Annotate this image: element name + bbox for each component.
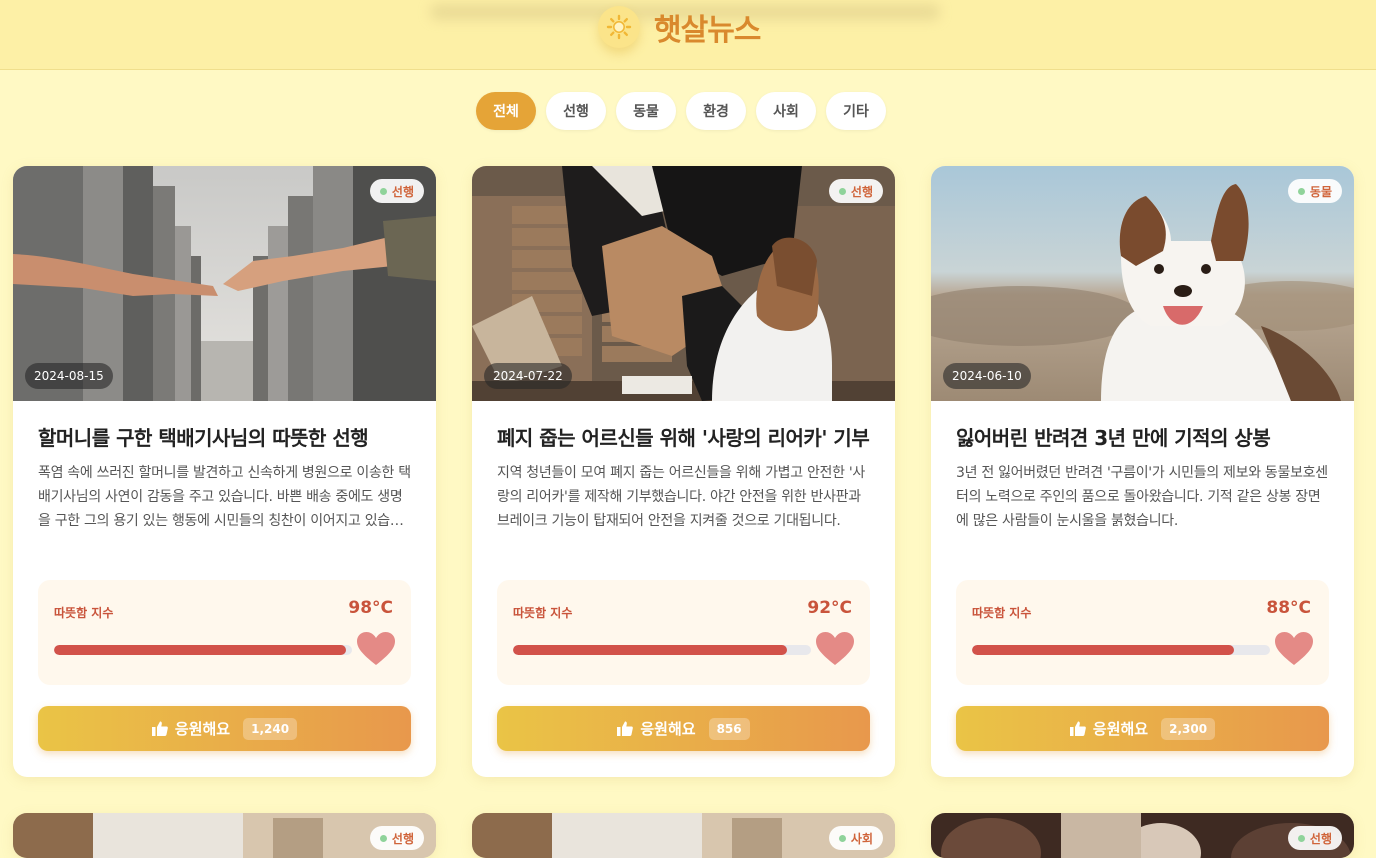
cheer-label: 응원해요 xyxy=(1092,720,1149,738)
badge-dot xyxy=(838,187,846,195)
card-description: 3년 전 잃어버렸던 반려견 '구름이'가 시민들의 제보와 동물보호센터의 노… xyxy=(956,465,1328,529)
warmth-label: 따뜻함 지수 xyxy=(54,606,114,620)
filter-etc[interactable]: 기타 xyxy=(826,92,886,130)
warmth-panel: 따뜻함 지수 98°C xyxy=(38,580,411,685)
logo[interactable]: 햇살뉴스 xyxy=(598,5,761,49)
news-card[interactable]: 선행 xyxy=(13,813,436,858)
warmth-bar xyxy=(54,645,352,655)
warmth-bar xyxy=(972,645,1270,655)
card-date: 2024-08-15 xyxy=(25,363,113,389)
badge-dot xyxy=(1297,834,1305,842)
card-image[interactable]: 동물 2024-06-10 xyxy=(931,166,1354,401)
badge-label: 선행 xyxy=(391,184,414,199)
cheer-label: 응원해요 xyxy=(640,720,696,738)
thumbs-up-icon xyxy=(1069,721,1086,736)
filter-society[interactable]: 사회 xyxy=(756,92,816,130)
cheer-button[interactable]: 응원해요 1,240 xyxy=(38,706,411,751)
badge-dot xyxy=(1297,187,1305,195)
warmth-bar-fill xyxy=(972,645,1235,655)
warmth-bar-fill xyxy=(54,645,347,655)
cheer-label: 응원해요 xyxy=(174,720,231,738)
warmth-label: 따뜻함 지수 xyxy=(513,606,573,620)
category-badge: 동물 xyxy=(1287,179,1342,203)
news-card[interactable]: 선행 2024-07-22 폐지 줍는 어르신들 위해 '사랑의 리어카' 기부… xyxy=(472,166,895,777)
warmth-label: 따뜻함 지수 xyxy=(972,606,1032,620)
category-badge: 선행 xyxy=(828,179,883,203)
filter-animal[interactable]: 동물 xyxy=(616,92,676,130)
card-image[interactable]: 선행 2024-07-22 xyxy=(472,166,895,401)
card-image[interactable]: 선행 xyxy=(13,813,436,858)
badge-dot xyxy=(838,834,846,842)
category-filters: 전체 선행 동물 환경 사회 기타 xyxy=(476,92,886,130)
badge-dot xyxy=(379,187,387,195)
filter-environment[interactable]: 환경 xyxy=(686,92,746,130)
warmth-value: 88°C xyxy=(1266,598,1311,618)
card-description: 지역 청년들이 모여 폐지 줍는 어르신들을 위해 가볍고 안전한 '사랑의 리… xyxy=(497,465,865,529)
news-card[interactable]: 선행 2024-08-15 할머니를 구한 택배기사님의 따뜻한 선행 폭염 속… xyxy=(13,166,436,777)
cheer-count: 1,240 xyxy=(243,717,298,740)
warmth-value: 92°C xyxy=(807,598,852,618)
sun-icon xyxy=(598,6,640,48)
cheer-button[interactable]: 응원해요 856 xyxy=(497,706,870,751)
news-card[interactable]: 동물 2024-06-10 잃어버린 반려견 3년 만에 기적의 상봉 3년 전… xyxy=(931,166,1354,777)
cheer-count: 856 xyxy=(708,717,750,740)
category-badge: 선행 xyxy=(1287,826,1342,850)
card-date: 2024-07-22 xyxy=(484,363,572,389)
card-image[interactable]: 선행 xyxy=(931,813,1354,858)
badge-label: 선행 xyxy=(1309,831,1332,846)
card-title[interactable]: 폐지 줍는 어르신들 위해 '사랑의 리어카' 기부 xyxy=(497,425,870,451)
heart-icon[interactable] xyxy=(1275,632,1313,666)
cheer-count: 2,300 xyxy=(1161,717,1216,740)
filter-good-deed[interactable]: 선행 xyxy=(546,92,606,130)
badge-dot xyxy=(379,834,387,842)
heart-icon[interactable] xyxy=(816,632,854,666)
card-date: 2024-06-10 xyxy=(943,363,1031,389)
category-badge: 선행 xyxy=(369,179,424,203)
badge-label: 사회 xyxy=(850,831,873,846)
thumbs-up-icon xyxy=(151,721,168,736)
news-card[interactable]: 선행 xyxy=(931,813,1354,858)
warmth-bar xyxy=(513,645,811,655)
card-title[interactable]: 할머니를 구한 택배기사님의 따뜻한 선행 xyxy=(38,425,411,451)
warmth-bar-fill xyxy=(513,645,788,655)
filter-all[interactable]: 전체 xyxy=(476,92,536,130)
warmth-panel: 따뜻함 지수 88°C xyxy=(956,580,1329,685)
badge-label: 동물 xyxy=(1309,184,1332,199)
site-header: 햇살뉴스 xyxy=(0,0,1376,70)
category-badge: 사회 xyxy=(828,826,883,850)
badge-label: 선행 xyxy=(850,184,873,199)
card-title[interactable]: 잃어버린 반려견 3년 만에 기적의 상봉 xyxy=(956,425,1329,451)
card-description: 폭염 속에 쓰러진 할머니를 발견하고 신속하게 병원으로 이송한 택배기사님의… xyxy=(38,465,411,529)
cheer-button[interactable]: 응원해요 2,300 xyxy=(956,706,1329,751)
site-title: 햇살뉴스 xyxy=(654,13,761,48)
heart-icon[interactable] xyxy=(357,632,395,666)
warmth-value: 98°C xyxy=(348,598,393,618)
badge-label: 선행 xyxy=(391,831,414,846)
thumbs-up-icon xyxy=(617,721,634,736)
news-card[interactable]: 사회 xyxy=(472,813,895,858)
category-badge: 선행 xyxy=(369,826,424,850)
card-image[interactable]: 사회 xyxy=(472,813,895,858)
warmth-panel: 따뜻함 지수 92°C xyxy=(497,580,870,685)
card-image[interactable]: 선행 2024-08-15 xyxy=(13,166,436,401)
